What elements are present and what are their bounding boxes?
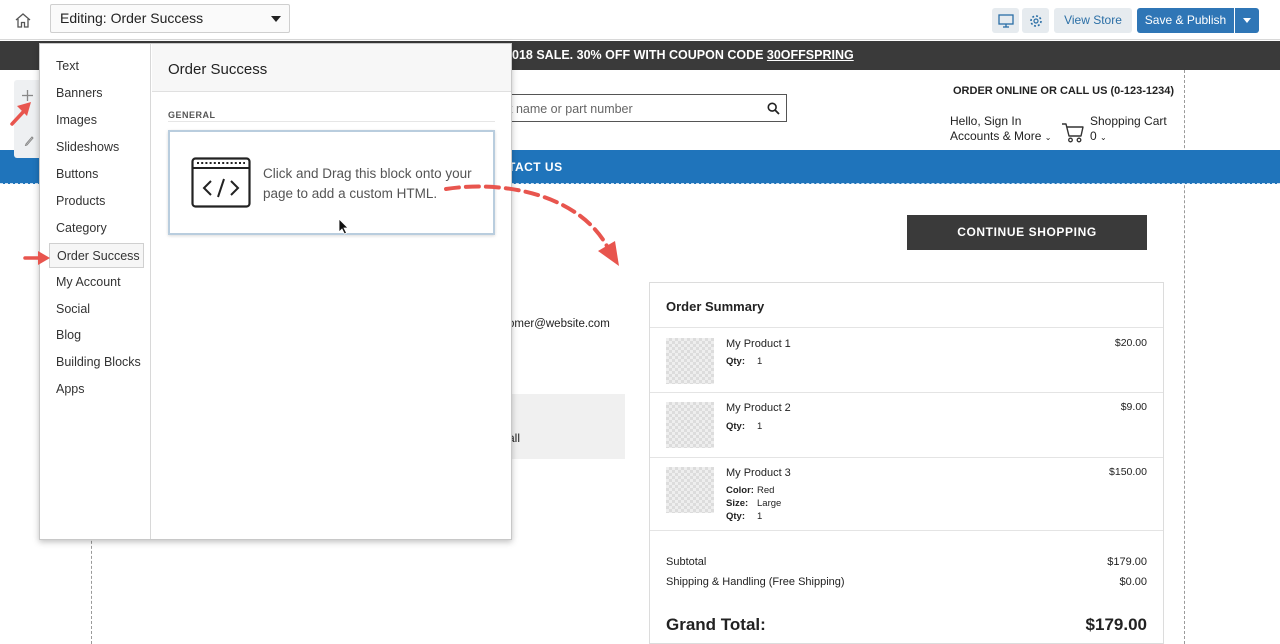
panel-title: Order Success: [168, 61, 268, 78]
panel-header: Order Success: [152, 44, 511, 92]
shopping-cart-link[interactable]: Shopping Cart 0 ⌄: [1090, 114, 1167, 145]
category-banners[interactable]: Banners: [49, 81, 144, 106]
mouse-cursor-icon: [338, 218, 349, 235]
divider: [650, 457, 1163, 458]
product-thumbnail: [666, 467, 714, 513]
grand-total-value: $179.00: [1085, 615, 1147, 634]
editor-toolbar: Editing: Order Success View Store Save &…: [0, 0, 1280, 40]
promo-code: 30OFFSPRING: [766, 48, 854, 62]
product-name: My Product 3: [726, 467, 791, 479]
product-attr: Size: Large: [726, 498, 782, 509]
custom-html-block[interactable]: Click and Drag this block onto your page…: [168, 130, 495, 235]
shipping-label: Shipping & Handling (Free Shipping): [666, 576, 845, 588]
order-summary-title: Order Summary: [666, 299, 765, 314]
category-slideshows[interactable]: Slideshows: [49, 135, 144, 160]
category-blog[interactable]: Blog: [49, 323, 144, 348]
view-store-button[interactable]: View Store: [1054, 8, 1132, 33]
product-name: My Product 2: [726, 402, 791, 414]
product-attr: Qty: 1: [726, 421, 763, 432]
nav-item-contact[interactable]: TACT US: [508, 160, 563, 174]
block-category-list: Text Banners Images Slideshows Buttons P…: [40, 44, 151, 539]
caret-down-icon: [271, 16, 281, 22]
product-price: $9.00: [1120, 401, 1147, 413]
gear-icon: [1029, 14, 1042, 27]
category-apps[interactable]: Apps: [49, 377, 144, 402]
product-attr: Qty: 1: [726, 356, 763, 367]
order-summary: Order Summary My Product 1 $20.00 Qty: 1 …: [649, 282, 1164, 644]
desktop-icon: [997, 13, 1014, 28]
category-order-success[interactable]: Order Success: [49, 243, 144, 268]
category-category[interactable]: Category: [49, 216, 144, 241]
chevron-down-icon: ⌄: [1100, 133, 1107, 142]
continue-shopping-button[interactable]: CONTINUE SHOPPING: [907, 215, 1147, 250]
category-building-blocks[interactable]: Building Blocks: [49, 350, 144, 375]
store-search-input[interactable]: t name or part number: [498, 94, 787, 122]
shipping-value: $0.00: [1119, 576, 1147, 588]
product-price: $20.00: [1114, 337, 1147, 349]
product-thumbnail: [666, 402, 714, 448]
caret-down-icon: [1243, 18, 1251, 23]
page-select-value: Editing: Order Success: [60, 10, 204, 26]
product-attr: Color: Red: [726, 485, 775, 496]
category-products[interactable]: Products: [49, 189, 144, 214]
page-select-dropdown[interactable]: Editing: Order Success: [50, 4, 290, 33]
product-name: My Product 1: [726, 338, 791, 350]
pencil-icon[interactable]: [24, 135, 34, 146]
category-images[interactable]: Images: [49, 108, 144, 133]
code-window-icon: [191, 157, 251, 208]
product-attr: Qty: 1: [726, 511, 763, 522]
grand-total-label: Grand Total:: [666, 615, 766, 634]
section-label: GENERAL: [168, 110, 216, 120]
account-menu[interactable]: Hello, Sign In Accounts & More ⌄: [950, 114, 1051, 145]
add-block-flyout: Text Banners Images Slideshows Buttons P…: [39, 43, 512, 540]
product-thumbnail: [666, 338, 714, 384]
customer-email: omer@website.com: [508, 318, 610, 330]
subtotal-label: Subtotal: [666, 556, 707, 568]
account-label: Accounts & More: [950, 129, 1042, 143]
custom-html-block-text: Click and Drag this block onto your page…: [263, 166, 472, 201]
home-icon: [15, 12, 31, 28]
home-button[interactable]: [12, 9, 34, 31]
category-my-account[interactable]: My Account: [49, 270, 144, 295]
info-panel: all: [498, 394, 625, 459]
product-price: $150.00: [1109, 466, 1147, 478]
settings-button[interactable]: [1022, 8, 1049, 33]
plus-icon[interactable]: [21, 89, 34, 102]
divider: [650, 530, 1163, 531]
category-social[interactable]: Social: [49, 297, 144, 322]
promo-text: 018 SALE. 30% OFF WITH COUPON CODE: [512, 48, 767, 62]
search-icon[interactable]: [767, 102, 780, 115]
category-buttons[interactable]: Buttons: [49, 162, 144, 187]
divider: [168, 121, 495, 122]
order-online-text: ORDER ONLINE OR CALL US (0-123-1234): [953, 85, 1175, 97]
chevron-down-icon: ⌄: [1044, 133, 1052, 142]
subtotal-value: $179.00: [1107, 556, 1147, 568]
cart-count: 0: [1090, 129, 1097, 143]
publish-options-button[interactable]: [1235, 8, 1259, 33]
cart-icon[interactable]: [1061, 121, 1085, 143]
category-text[interactable]: Text: [49, 54, 144, 79]
desktop-view-button[interactable]: [992, 8, 1019, 33]
divider: [650, 392, 1163, 393]
search-placeholder: t name or part number: [509, 102, 633, 116]
account-greeting: Hello, Sign In: [950, 114, 1022, 128]
editor-side-rail: [14, 80, 41, 158]
cart-label: Shopping Cart: [1090, 114, 1167, 128]
divider: [650, 327, 1163, 328]
save-publish-button[interactable]: Save & Publish: [1137, 8, 1234, 33]
